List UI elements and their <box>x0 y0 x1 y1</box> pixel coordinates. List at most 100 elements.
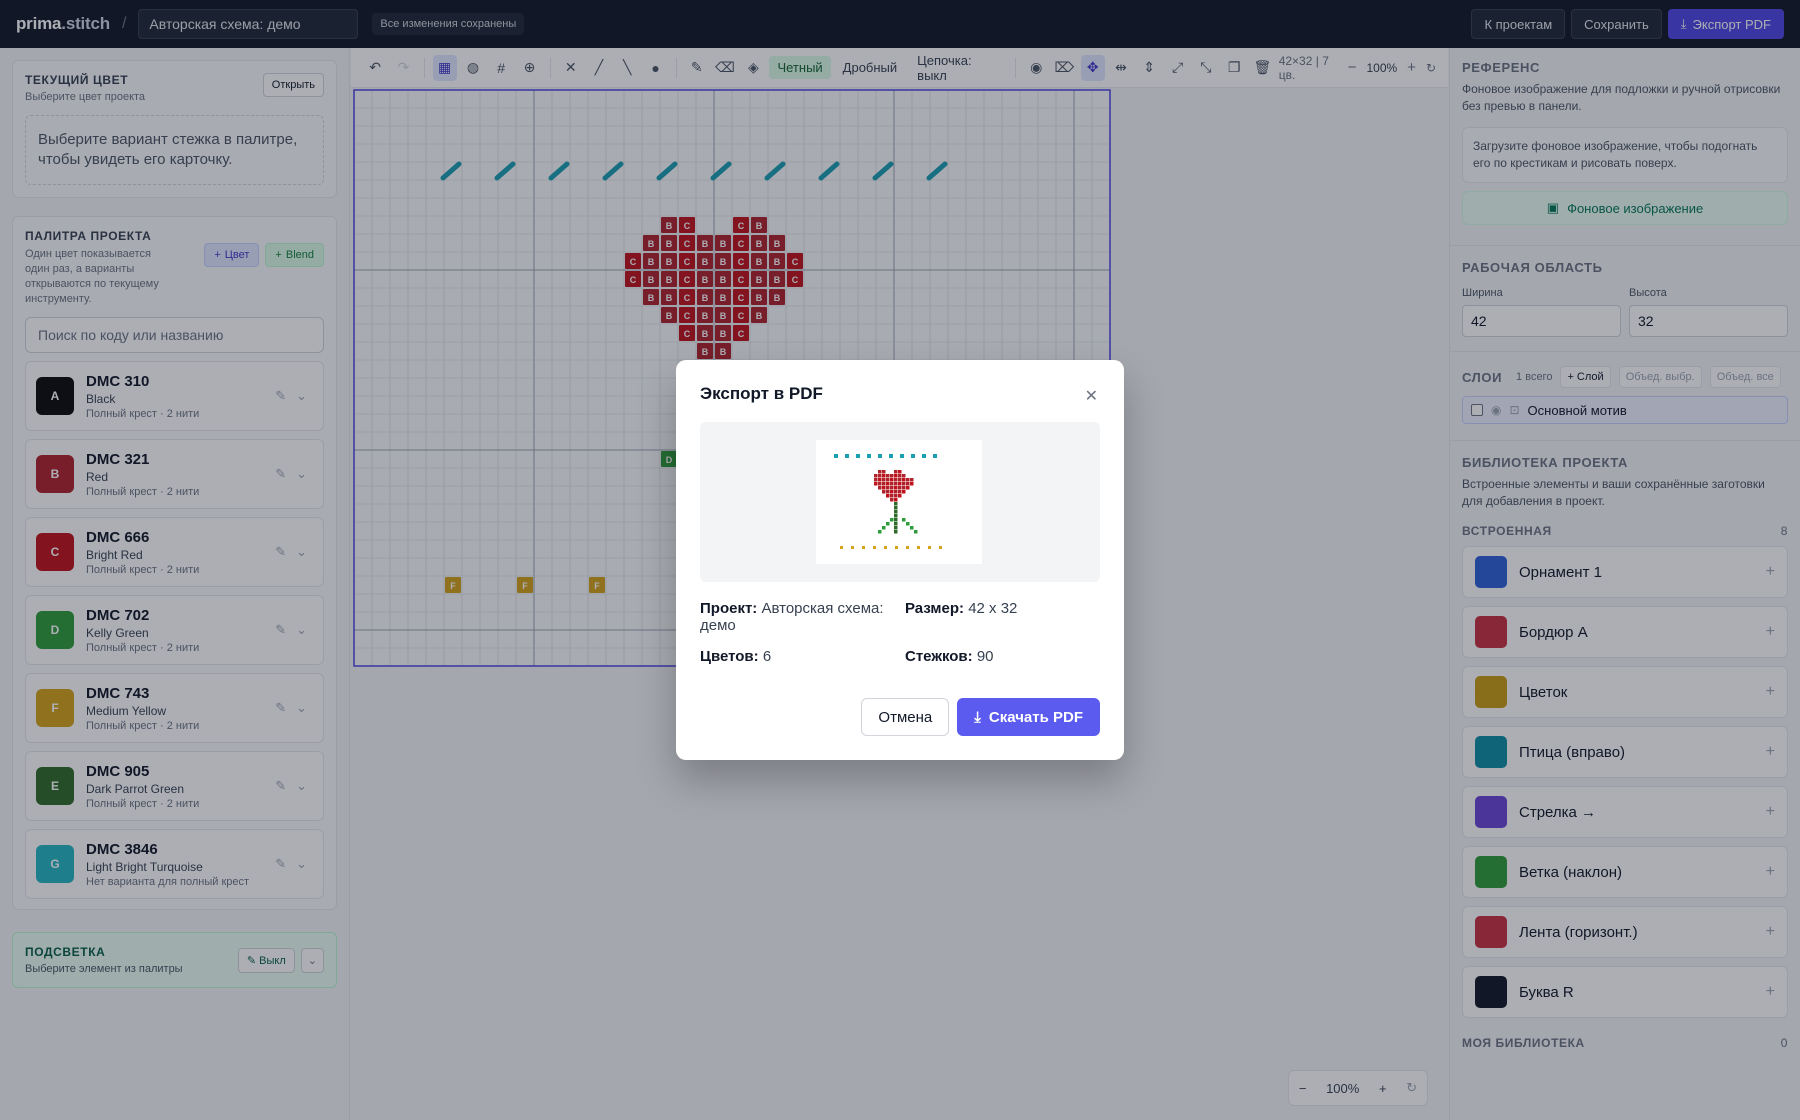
preview-stitch <box>890 518 894 522</box>
preview-stitch <box>878 478 882 482</box>
preview-dot <box>911 454 915 458</box>
preview-stitch <box>890 494 894 498</box>
preview-stitch <box>906 522 910 526</box>
preview-stitch <box>886 522 890 526</box>
preview-stitch <box>898 494 902 498</box>
preview-stitch <box>886 474 890 478</box>
preview-stitch <box>882 486 886 490</box>
preview-stitch <box>882 526 886 530</box>
close-icon[interactable]: ✕ <box>1085 386 1098 406</box>
preview-stitch <box>894 470 898 474</box>
preview-stitch <box>894 494 898 498</box>
preview-stitch <box>894 510 898 514</box>
preview-stitch <box>878 482 882 486</box>
preview-page <box>816 440 982 564</box>
preview-dot <box>862 546 865 549</box>
preview-stitch <box>882 482 886 486</box>
preview-stitch <box>894 518 898 522</box>
export-pdf-dialog: Экспорт в PDF ✕ Проект: Авторская схема:… <box>676 360 1124 760</box>
preview-dot <box>939 546 942 549</box>
preview-stitch <box>902 478 906 482</box>
preview-stitch <box>894 474 898 478</box>
preview-stitch <box>902 518 906 522</box>
preview-stitch <box>894 478 898 482</box>
preview-dot <box>933 454 937 458</box>
preview-stitch <box>890 482 894 486</box>
preview-dot <box>928 546 931 549</box>
preview-dot <box>895 546 898 549</box>
preview-stitch <box>894 514 898 518</box>
preview-dot <box>834 454 838 458</box>
preview-stitch <box>894 486 898 490</box>
preview-stitch <box>894 530 898 534</box>
colors-info: Цветов: 6 <box>700 648 772 665</box>
stitches-info: Стежков: 90 <box>905 648 994 665</box>
preview-stitch <box>894 506 898 510</box>
preview-stitch <box>878 530 882 534</box>
preview-stitch <box>882 490 886 494</box>
preview-stitch <box>874 478 878 482</box>
preview-stitch <box>902 486 906 490</box>
preview-stitch <box>902 490 906 494</box>
project-info: Проект: Авторская схема: демо <box>700 600 884 634</box>
preview-dot <box>917 546 920 549</box>
preview-pattern <box>834 454 942 549</box>
dialog-title: Экспорт в PDF <box>700 384 823 403</box>
preview-stitch <box>894 498 898 502</box>
preview-stitch <box>894 526 898 530</box>
preview-stitch <box>898 490 902 494</box>
preview-dot <box>884 546 887 549</box>
preview-stitch <box>914 530 918 534</box>
preview-dot <box>840 546 843 549</box>
preview-dot <box>867 454 871 458</box>
preview-dot <box>873 546 876 549</box>
preview-stitch <box>878 474 882 478</box>
preview-stitch <box>878 486 882 490</box>
preview-dot <box>922 454 926 458</box>
preview-dot <box>900 454 904 458</box>
download-pdf-button[interactable]: ⤓ Скачать PDF <box>957 698 1100 736</box>
preview-stitch <box>898 482 902 486</box>
preview-stitch <box>902 474 906 478</box>
preview-dot <box>845 454 849 458</box>
preview-stitch <box>910 482 914 486</box>
cancel-button[interactable]: Отмена <box>861 698 950 736</box>
preview-stitch <box>894 522 898 526</box>
preview-stitch <box>902 482 906 486</box>
preview-stitch <box>898 478 902 482</box>
preview-stitch <box>910 478 914 482</box>
preview-stitch <box>882 470 886 474</box>
pdf-preview <box>700 422 1100 582</box>
preview-stitch <box>906 478 910 482</box>
preview-dot <box>851 546 854 549</box>
size-info: Размер: 42 x 32 <box>905 600 1018 617</box>
download-icon: ⤓ <box>974 708 981 726</box>
preview-stitch <box>890 490 894 494</box>
preview-stitch <box>890 474 894 478</box>
preview-stitch <box>886 482 890 486</box>
preview-stitch <box>906 486 910 490</box>
preview-stitch <box>910 526 914 530</box>
preview-dot <box>889 454 893 458</box>
preview-stitch <box>898 486 902 490</box>
preview-dot <box>856 454 860 458</box>
preview-stitch <box>886 494 890 498</box>
preview-stitch <box>894 482 898 486</box>
preview-stitch <box>890 486 894 490</box>
preview-stitch <box>894 490 898 494</box>
preview-stitch <box>890 498 894 502</box>
preview-dot <box>906 546 909 549</box>
preview-stitch <box>898 470 902 474</box>
preview-stitch <box>874 482 878 486</box>
preview-stitch <box>894 502 898 506</box>
preview-stitch <box>890 478 894 482</box>
preview-stitch <box>882 474 886 478</box>
preview-stitch <box>886 490 890 494</box>
preview-stitch <box>878 470 882 474</box>
preview-stitch <box>886 478 890 482</box>
preview-stitch <box>886 486 890 490</box>
preview-dot <box>878 454 882 458</box>
preview-stitch <box>898 474 902 478</box>
preview-stitch <box>882 478 886 482</box>
preview-stitch <box>874 474 878 478</box>
